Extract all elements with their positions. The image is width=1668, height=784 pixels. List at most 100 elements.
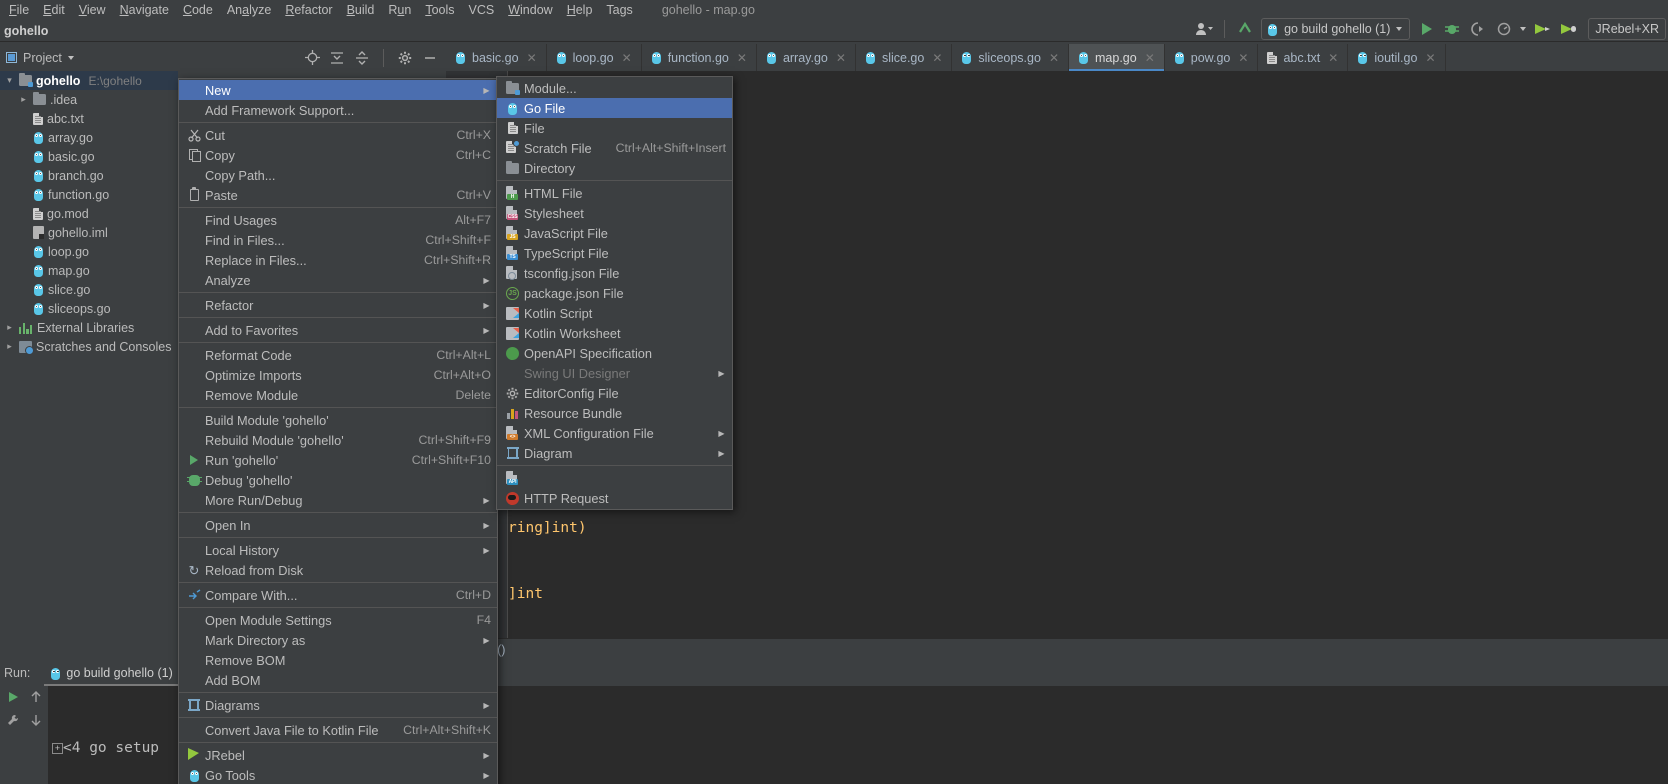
menu-item-remove-bom[interactable]: Remove BOM — [179, 650, 497, 670]
tab-pow-go[interactable]: pow.go ✕ — [1165, 44, 1259, 71]
menu-item-window[interactable]: Window — [501, 1, 559, 19]
debug-button[interactable] — [1442, 19, 1462, 39]
collapse-all-icon[interactable] — [354, 50, 370, 66]
context-menu[interactable]: New ▶ Add Framework Support... Cut Ctrl+… — [178, 78, 498, 784]
menu-item-rebuild-module[interactable]: Rebuild Module 'gohello' Ctrl+Shift+F9 — [179, 430, 497, 450]
submenu-item-kotlin-worksheet[interactable]: Kotlin Worksheet — [497, 323, 732, 343]
menu-item-new[interactable]: New ▶ — [179, 80, 497, 100]
menu-item-local-history[interactable]: Local History ▶ — [179, 540, 497, 560]
submenu-item-directory[interactable]: Directory — [497, 158, 732, 178]
tab-basic-go[interactable]: basic.go ✕ — [446, 44, 547, 71]
menu-item-convert-java-to-kotlin[interactable]: Convert Java File to Kotlin File Ctrl+Al… — [179, 720, 497, 740]
hide-toolwindow-icon[interactable] — [422, 50, 438, 66]
tree-node-map-go[interactable]: map.go — [0, 261, 178, 280]
jrebel-debug-icon[interactable] — [1558, 19, 1578, 39]
scroll-down-icon[interactable] — [30, 713, 42, 732]
tree-node-basic-go[interactable]: basic.go — [0, 147, 178, 166]
submenu-item-new-mybatis-generator-file[interactable]: HTTP Request — [497, 488, 732, 508]
submenu-item-xml-configuration-file[interactable]: <> XML Configuration File ▶ — [497, 423, 732, 443]
menu-item-replace-in-files[interactable]: Replace in Files... Ctrl+Shift+R — [179, 250, 497, 270]
submenu-item-go-file[interactable]: Go File — [497, 98, 732, 118]
menu-item-copy[interactable]: Copy Ctrl+C — [179, 145, 497, 165]
close-icon[interactable]: ✕ — [836, 51, 846, 65]
tree-node-external-libraries[interactable]: ▸ External Libraries — [0, 318, 178, 337]
tree-node-slice-go[interactable]: slice.go — [0, 280, 178, 299]
submenu-item-module[interactable]: Module... — [497, 78, 732, 98]
submenu-item-http-request[interactable]: API — [497, 468, 732, 488]
menu-item-more-run-debug[interactable]: More Run/Debug ▶ — [179, 490, 497, 510]
menu-item-run-gohello[interactable]: Run 'gohello' Ctrl+Shift+F10 — [179, 450, 497, 470]
menu-item-reload-from-disk[interactable]: ↻ Reload from Disk — [179, 560, 497, 580]
menu-item-copy-path[interactable]: Copy Path... — [179, 165, 497, 185]
close-icon[interactable]: ✕ — [622, 51, 632, 65]
run-button[interactable] — [1416, 19, 1436, 39]
tab-loop-go[interactable]: loop.go ✕ — [547, 44, 642, 71]
close-icon[interactable]: ✕ — [1425, 51, 1435, 65]
menu-item-find-in-files[interactable]: Find in Files... Ctrl+Shift+F — [179, 230, 497, 250]
menu-item-refactor[interactable]: Refactor ▶ — [179, 295, 497, 315]
tab-ioutil-go[interactable]: ioutil.go ✕ — [1348, 44, 1446, 71]
menu-item-analyze[interactable]: Analyze ▶ — [179, 270, 497, 290]
menu-item-navigate[interactable]: Navigate — [113, 1, 176, 19]
jrebel-xrebel-toggle[interactable]: JRebel+XR — [1588, 18, 1666, 40]
project-tree[interactable]: ▾ gohello E:\gohello ▸ .idea abc.txt arr… — [0, 71, 178, 660]
close-icon[interactable]: ✕ — [737, 51, 747, 65]
menu-item-optimize-imports[interactable]: Optimize Imports Ctrl+Alt+O — [179, 365, 497, 385]
menu-item-debug-gohello[interactable]: Debug 'gohello' — [179, 470, 497, 490]
project-view-chevron-down-icon[interactable] — [67, 55, 74, 60]
tab-sliceops-go[interactable]: sliceops.go ✕ — [952, 44, 1069, 71]
submenu-item-tsconfig-json-file[interactable]: tsconfig.json File — [497, 263, 732, 283]
update-project-icon[interactable] — [1235, 19, 1255, 39]
tree-node-abc-txt[interactable]: abc.txt — [0, 109, 178, 128]
submenu-item-openapi-specification[interactable]: OpenAPI Specification — [497, 343, 732, 363]
menu-item-go-tools[interactable]: Go Tools ▶ — [179, 765, 497, 784]
menu-item-paste[interactable]: Paste Ctrl+V — [179, 185, 497, 205]
menu-item-run[interactable]: Run — [381, 1, 418, 19]
close-icon[interactable]: ✕ — [1145, 51, 1155, 65]
submenu-item-editorconfig-file[interactable]: EditorConfig File — [497, 383, 732, 403]
submenu-item-scratch-file[interactable]: Scratch File Ctrl+Alt+Shift+Insert — [497, 138, 732, 158]
close-icon[interactable]: ✕ — [1238, 51, 1248, 65]
menu-item-build[interactable]: Build — [340, 1, 382, 19]
tab-abc-txt[interactable]: abc.txt ✕ — [1258, 44, 1349, 71]
run-configuration-selector[interactable]: go build gohello (1) — [1261, 18, 1411, 40]
rerun-icon[interactable] — [6, 690, 20, 709]
menu-item-open-module-settings[interactable]: Open Module Settings F4 — [179, 610, 497, 630]
tree-node-scratches-and-consoles[interactable]: ▸ Scratches and Consoles — [0, 337, 178, 356]
menu-item-mark-directory-as[interactable]: Mark Directory as ▶ — [179, 630, 497, 650]
tree-node-array-go[interactable]: array.go — [0, 128, 178, 147]
chevron-right-icon[interactable]: ▸ — [18, 94, 29, 105]
expand-all-icon[interactable] — [329, 50, 345, 66]
menu-item-remove-module[interactable]: Remove Module Delete — [179, 385, 497, 405]
tree-node-function-go[interactable]: function.go — [0, 185, 178, 204]
tree-node-sliceops-go[interactable]: sliceops.go — [0, 299, 178, 318]
tab-map-go[interactable]: map.go ✕ — [1069, 44, 1165, 71]
run-tab-go-build-gohello[interactable]: go build gohello (1) ✕ — [44, 660, 195, 686]
user-avatar-icon[interactable] — [1194, 19, 1214, 39]
tab-array-go[interactable]: array.go ✕ — [757, 44, 856, 71]
menu-item-vcs[interactable]: VCS — [462, 1, 502, 19]
menu-item-open-in[interactable]: Open In ▶ — [179, 515, 497, 535]
submenu-item-file[interactable]: File — [497, 118, 732, 138]
menu-item-jrebel[interactable]: JRebel ▶ — [179, 745, 497, 765]
locate-file-icon[interactable] — [304, 50, 320, 66]
tree-node-loop-go[interactable]: loop.go — [0, 242, 178, 261]
menu-item-tags[interactable]: Tags — [599, 1, 639, 19]
close-icon[interactable]: ✕ — [1328, 51, 1338, 65]
menu-item-help[interactable]: Help — [560, 1, 600, 19]
close-icon[interactable]: ✕ — [932, 51, 942, 65]
menu-item-build-module[interactable]: Build Module 'gohello' — [179, 410, 497, 430]
submenu-item-package-json-file[interactable]: JS package.json File — [497, 283, 732, 303]
submenu-item-html-file[interactable]: H HTML File — [497, 183, 732, 203]
chevron-right-icon[interactable]: ▸ — [4, 341, 15, 352]
tree-node-go-mod[interactable]: go.mod — [0, 204, 178, 223]
tree-node-gohello[interactable]: ▾ gohello E:\gohello — [0, 71, 178, 90]
gear-icon[interactable] — [397, 50, 413, 66]
project-toolwindow-title[interactable]: Project — [0, 51, 74, 65]
tree-node-branch-go[interactable]: branch.go — [0, 166, 178, 185]
menu-item-code[interactable]: Code — [176, 1, 220, 19]
menu-item-view[interactable]: View — [72, 1, 113, 19]
submenu-item-kotlin-script[interactable]: Kotlin Script — [497, 303, 732, 323]
chevron-down-icon[interactable] — [1396, 27, 1403, 31]
toolbar-chevron-down-icon[interactable] — [1520, 27, 1527, 31]
